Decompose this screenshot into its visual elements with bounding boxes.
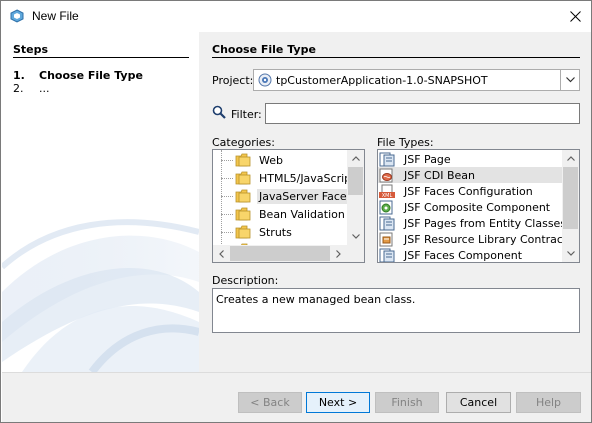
file-type-item-faces-configuration[interactable]: XML JSF Faces Configuration <box>378 183 563 199</box>
faces-config-icon: XML <box>379 184 395 199</box>
scroll-up-button[interactable] <box>562 150 579 167</box>
folder-icon <box>235 225 251 239</box>
file-types-list[interactable]: JSF Page JSF CDI Bean XML JSF Faces Conf… <box>377 149 580 263</box>
tree-connector <box>221 213 233 215</box>
file-type-label: JSF Composite Component <box>404 200 551 214</box>
scroll-thumb[interactable] <box>230 246 330 261</box>
description-text: Creates a new managed bean class. <box>212 288 580 333</box>
composite-component-icon <box>379 200 393 214</box>
description-label: Description: <box>212 274 279 287</box>
search-icon <box>212 105 226 119</box>
cancel-button[interactable]: Cancel <box>446 392 511 413</box>
scroll-up-button[interactable] <box>347 150 364 167</box>
close-button[interactable] <box>561 5 589 27</box>
filter-label: Filter: <box>231 108 262 121</box>
next-button[interactable]: Next > <box>306 392 370 413</box>
new-file-dialog: New File Steps 1. Choose File Type 2. ..… <box>0 0 592 423</box>
step-item: 1. Choose File Type <box>13 69 143 82</box>
chevron-up-icon <box>351 156 360 161</box>
file-type-label: JSF Page <box>404 152 451 166</box>
tree-connector <box>221 159 233 161</box>
tree-connector <box>221 177 233 179</box>
file-type-item-pages-from-entity[interactable]: JSF Pages from Entity Classes <box>378 215 567 231</box>
step-item: 2.... <box>13 82 50 95</box>
category-label: JavaServer Faces <box>257 188 355 204</box>
svg-text:XML: XML <box>382 193 393 199</box>
window-title: New File <box>32 9 79 23</box>
jsf-page-icon <box>379 152 395 166</box>
project-dropdown-button[interactable] <box>560 70 579 90</box>
categories-vertical-scrollbar[interactable] <box>347 150 364 245</box>
tree-connector <box>221 195 233 197</box>
file-types-vertical-scrollbar[interactable] <box>562 150 579 262</box>
file-types-label: File Types: <box>377 136 434 149</box>
step-label: Choose File Type <box>39 69 143 82</box>
category-label: HTML5/JavaScript <box>259 171 356 185</box>
category-item-struts[interactable]: Struts <box>213 223 294 241</box>
back-button[interactable]: < Back <box>238 392 302 413</box>
folder-icon <box>235 207 251 221</box>
file-type-item-composite-component[interactable]: JSF Composite Component <box>378 199 563 215</box>
help-button[interactable]: Help <box>516 392 581 413</box>
maven-project-icon <box>258 73 272 87</box>
categories-label: Categories: <box>212 136 275 149</box>
file-type-label: JSF Pages from Entity Classes <box>404 216 567 230</box>
step-number: 1. <box>13 69 25 82</box>
scroll-left-button[interactable] <box>213 245 230 262</box>
file-type-label: JSF Faces Component <box>404 248 523 262</box>
categories-tree[interactable]: Web HTML5/JavaScript JavaServer Faces Be… <box>212 149 365 263</box>
project-select-value: tpCustomerApplication-1.0-SNAPSHOT <box>276 73 488 87</box>
heading-divider <box>212 57 580 58</box>
file-type-label: JSF Faces Configuration <box>404 184 533 198</box>
file-type-item-resource-library-contract[interactable]: JSF Resource Library Contract <box>378 231 567 247</box>
choose-file-type-panel: Choose File Type Project: tpCustomerAppl… <box>199 32 591 372</box>
category-item-web[interactable]: Web <box>213 151 285 169</box>
scroll-thumb[interactable] <box>348 167 363 195</box>
folder-icon <box>235 171 251 185</box>
scroll-down-button[interactable] <box>562 245 579 262</box>
library-contract-icon <box>379 232 393 246</box>
category-item-html5[interactable]: HTML5/JavaScript <box>213 169 357 187</box>
chevron-down-icon <box>351 234 360 239</box>
steps-divider <box>13 57 189 58</box>
page-title: Choose File Type <box>212 43 316 56</box>
title-bar: New File <box>1 1 591 32</box>
file-type-item-faces-component[interactable]: JSF Faces Component <box>378 247 563 262</box>
chevron-left-icon <box>219 249 224 258</box>
category-label: Struts <box>259 225 292 239</box>
close-icon <box>569 10 581 22</box>
finish-button[interactable]: Finish <box>375 392 439 413</box>
project-select[interactable]: tpCustomerApplication-1.0-SNAPSHOT <box>253 69 580 91</box>
file-type-item-jsf-page[interactable]: JSF Page <box>378 151 563 167</box>
steps-heading: Steps <box>13 43 49 56</box>
jsf-page-icon <box>379 216 395 230</box>
project-label: Project: <box>212 74 254 87</box>
folder-icon <box>235 189 251 203</box>
scroll-thumb[interactable] <box>563 167 578 229</box>
category-label: Bean Validation <box>259 207 345 221</box>
folder-icon <box>235 153 251 167</box>
category-label: Web <box>259 153 283 167</box>
chevron-down-icon <box>565 77 575 83</box>
button-bar: < Back Next > Finish Cancel Help <box>2 372 591 422</box>
file-type-label: JSF Resource Library Contract <box>404 232 568 246</box>
step-label: ... <box>39 82 50 95</box>
scroll-down-button[interactable] <box>347 228 364 245</box>
filter-input[interactable] <box>265 103 580 124</box>
jsf-page-icon <box>379 248 395 262</box>
bean-icon <box>379 168 393 182</box>
chevron-up-icon <box>566 156 575 161</box>
file-type-item-jsf-cdi-bean[interactable]: JSF CDI Bean <box>378 167 563 183</box>
step-number: 2. <box>13 82 24 95</box>
category-item-bean-validation[interactable]: Bean Validation <box>213 205 347 223</box>
tree-connector <box>221 231 233 233</box>
categories-horizontal-scrollbar[interactable] <box>213 245 364 262</box>
netbeans-cube-icon <box>10 9 24 23</box>
category-item-javaserver-faces[interactable]: JavaServer Faces <box>213 187 355 205</box>
chevron-down-icon <box>566 251 575 256</box>
steps-panel: Steps 1. Choose File Type 2.... <box>2 32 199 372</box>
file-type-label: JSF CDI Bean <box>404 168 475 182</box>
scroll-right-button[interactable] <box>330 245 347 262</box>
chevron-right-icon <box>336 249 341 258</box>
